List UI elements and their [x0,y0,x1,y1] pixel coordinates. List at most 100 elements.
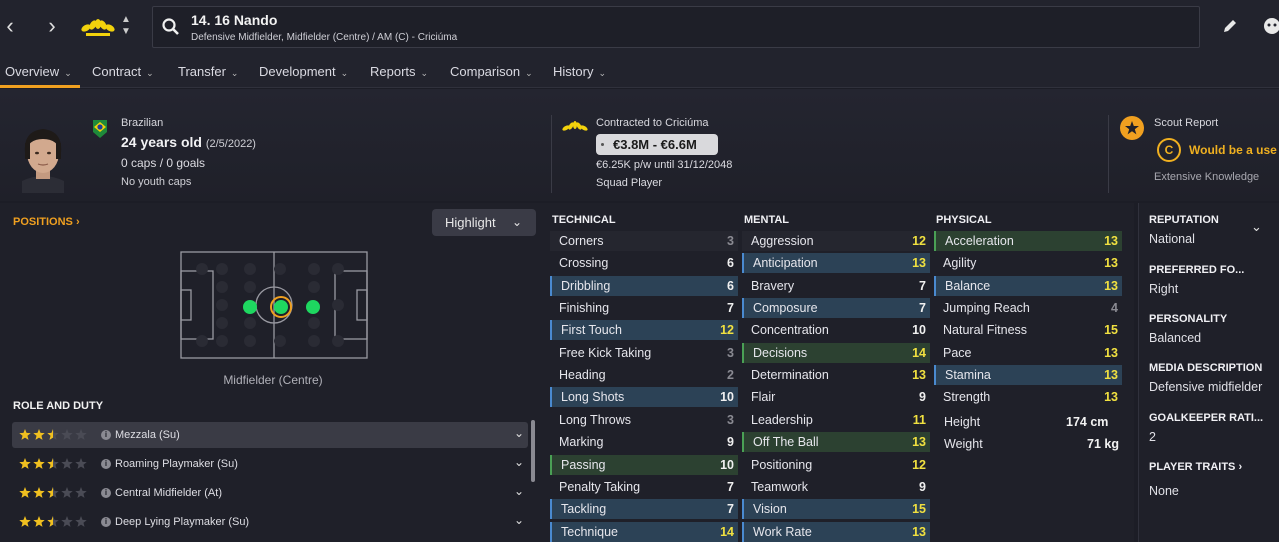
attribute-long-throws[interactable]: Long Throws 3 [550,410,738,430]
role-row[interactable]: i Roaming Playmaker (Su) ⌄ [12,451,528,477]
attribute-passing[interactable]: Passing 10 [550,454,738,475]
attribute-aggression[interactable]: Aggression 12 [742,231,930,251]
attribute-name: Vision [753,502,787,517]
attribute-value: 10 [912,323,926,338]
attribute-natural-fitness[interactable]: Natural Fitness 15 [934,320,1122,340]
attribute-concentration[interactable]: Concentration 10 [742,320,930,340]
chevron-down-icon[interactable]: ⌄ [514,513,524,527]
attribute-off-the-ball[interactable]: Off The Ball 13 [742,432,930,453]
attribute-strength[interactable]: Strength 13 [934,387,1122,407]
search-icon[interactable] [161,17,181,37]
attribute-heading[interactable]: Heading 2 [550,365,738,385]
attribute-composure[interactable]: Composure 7 [742,298,930,319]
attribute-flair[interactable]: Flair 9 [742,387,930,407]
attribute-penalty-taking[interactable]: Penalty Taking 7 [550,477,738,497]
attribute-work-rate[interactable]: Work Rate 13 [742,521,930,542]
scout-summary: Would be a use [1189,143,1277,157]
chevron-down-icon[interactable]: ⌄ [514,426,524,440]
attribute-name: First Touch [561,323,622,338]
switch-player-icon[interactable]: ▲ ▼ [119,14,133,40]
role-row[interactable]: i Central Midfielder (At) ⌄ [12,480,528,506]
attribute-name: Penalty Taking [559,479,641,494]
player-face-icon[interactable] [1262,16,1279,36]
star-icon [75,516,87,527]
attribute-value: 7 [727,301,734,316]
attribute-value: 15 [912,502,926,517]
attribute-dribbling[interactable]: Dribbling 6 [550,275,738,296]
role-row[interactable]: i Mezzala (Su) ⌄ [12,422,528,448]
chevron-down-icon[interactable]: ⌄ [514,484,524,498]
attribute-long-shots[interactable]: Long Shots 10 [550,387,738,408]
player-traits-label[interactable]: PLAYER TRAITS › [1149,461,1242,473]
attribute-finishing[interactable]: Finishing 7 [550,298,738,318]
weight-label: Weight [944,437,983,451]
position-pitch [180,251,368,359]
role-row[interactable]: i Deep Lying Playmaker (Su) ⌄ [12,509,528,535]
attribute-determination[interactable]: Determination 13 [742,365,930,385]
highlight-dropdown[interactable]: Highlight ⌄ [432,209,536,236]
tab-reports[interactable]: Reports ⌄ [370,64,428,79]
tab-development[interactable]: Development ⌄ [259,64,348,79]
info-icon[interactable]: i [101,488,111,498]
info-icon[interactable]: i [101,459,111,469]
preferred-foot-value: Right [1149,282,1179,296]
attribute-decisions[interactable]: Decisions 14 [742,342,930,363]
attribute-balance[interactable]: Balance 13 [934,275,1122,296]
attribute-jumping-reach[interactable]: Jumping Reach 4 [934,298,1122,318]
attribute-name: Heading [559,368,606,383]
attribute-free-kick-taking[interactable]: Free Kick Taking 3 [550,343,738,363]
attribute-value: 12 [912,457,926,472]
attribute-pace[interactable]: Pace 13 [934,343,1122,363]
attribute-technique[interactable]: Technique 14 [550,521,738,542]
player-traits-value: None [1149,484,1179,498]
reputation-label: REPUTATION [1149,214,1219,226]
attribute-first-touch[interactable]: First Touch 12 [550,320,738,341]
date-of-birth: (2/5/2022) [205,138,256,150]
edit-icon[interactable] [1220,16,1240,36]
technical-header: TECHNICAL [552,214,616,226]
attribute-positioning[interactable]: Positioning 12 [742,455,930,475]
attribute-anticipation[interactable]: Anticipation 13 [742,253,930,274]
player-search-box[interactable]: 14. 16 Nando Defensive Midfielder, Midfi… [152,6,1200,48]
attribute-tackling[interactable]: Tackling 7 [550,499,738,520]
attribute-marking[interactable]: Marking 9 [550,432,738,452]
attribute-stamina[interactable]: Stamina 13 [934,365,1122,386]
tab-transfer[interactable]: Transfer ⌄ [178,64,238,79]
star-icon [33,458,45,469]
info-icon[interactable]: i [101,430,111,440]
tab-comparison[interactable]: Comparison ⌄ [450,64,533,79]
attribute-name: Teamwork [751,479,808,494]
scout-star-icon [1120,116,1144,140]
attribute-teamwork[interactable]: Teamwork 9 [742,477,930,497]
role-rating-stars-icon [19,516,87,527]
attribute-agility[interactable]: Agility 13 [934,253,1122,273]
back-arrow-icon[interactable]: ‹ [0,14,20,38]
tab-history[interactable]: History ⌄ [553,64,606,79]
personality-label: PERSONALITY [1149,313,1228,325]
position-mc-dot [274,300,288,314]
attribute-value: 7 [919,278,926,293]
attribute-acceleration[interactable]: Acceleration 13 [934,231,1122,251]
attribute-bravery[interactable]: Bravery 7 [742,276,930,296]
attribute-vision[interactable]: Vision 15 [742,499,930,520]
chevron-down-icon[interactable]: ⌄ [514,455,524,469]
attribute-corners[interactable]: Corners 3 [550,231,738,251]
info-icon[interactable]: i [101,517,111,527]
forward-arrow-icon[interactable]: › [42,14,62,38]
attribute-leadership[interactable]: Leadership 11 [742,410,930,430]
star-icon [61,458,73,469]
positions-title[interactable]: POSITIONS › [13,216,80,228]
player-info-panel: REPUTATION National ⌄ PREFERRED FO... Ri… [1138,203,1279,542]
transfer-value-pill[interactable]: €3.8M - €6.6M [596,134,718,155]
attribute-value: 13 [912,524,926,539]
tab-contract[interactable]: Contract ⌄ [92,64,154,79]
player-name: 14. 16 Nando [191,12,278,28]
club-logo-icon[interactable] [80,16,116,38]
attribute-name: Tackling [561,502,607,517]
attribute-name: Free Kick Taking [559,345,652,360]
chevron-down-icon[interactable]: ⌄ [1251,219,1262,235]
tab-overview[interactable]: Overview ⌄ [5,64,72,79]
roles-scrollbar[interactable] [531,420,535,482]
scout-knowledge: Extensive Knowledge [1154,171,1260,183]
attribute-crossing[interactable]: Crossing 6 [550,253,738,273]
